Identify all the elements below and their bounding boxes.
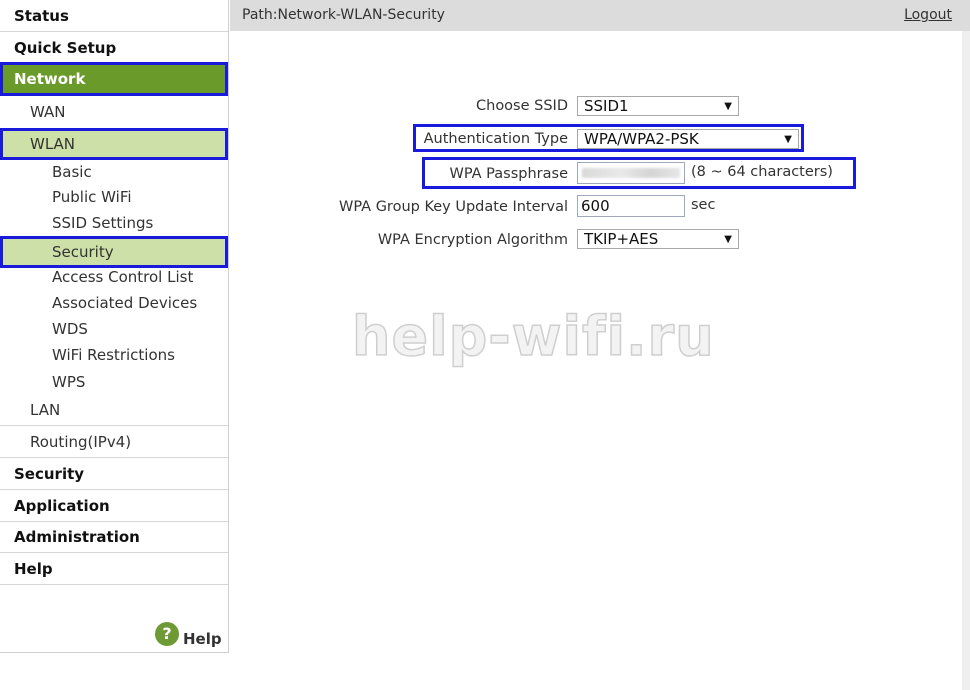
- header-bar: Path:Network-WLAN-Security Logout: [230, 0, 970, 31]
- choose-ssid-label: Choose SSID: [476, 98, 568, 114]
- passphrase-input[interactable]: [577, 162, 685, 184]
- nav-status[interactable]: Status: [0, 0, 228, 32]
- choose-ssid-select[interactable]: SSID1 ▼: [577, 96, 739, 116]
- choose-ssid-value: SSID1: [584, 97, 629, 115]
- nav-wlan-public-wifi-label: Public WiFi: [52, 188, 132, 206]
- sidebar: Status Quick Setup Network WAN WLAN Basi…: [0, 0, 229, 653]
- auth-type-label: Authentication Type: [423, 131, 568, 147]
- nav-wlan-ssid-settings-label: SSID Settings: [52, 214, 154, 232]
- nav-wlan-ssid-settings[interactable]: SSID Settings: [0, 211, 228, 235]
- nav-wlan-associated-label: Associated Devices: [52, 294, 198, 312]
- nav-network-label: Network: [14, 70, 86, 88]
- passphrase-obscured-value: [582, 168, 680, 178]
- auth-type-value: WPA/WPA2-PSK: [584, 130, 699, 148]
- nav-wlan-basic-label: Basic: [52, 163, 92, 181]
- nav-status-label: Status: [14, 6, 69, 25]
- dropdown-arrow-icon: ▼: [724, 234, 732, 245]
- nav-lan-label: LAN: [30, 401, 61, 419]
- nav-wlan-public-wifi[interactable]: Public WiFi: [0, 185, 228, 209]
- dropdown-arrow-icon: ▼: [784, 134, 792, 145]
- encryption-value: TKIP+AES: [584, 230, 659, 248]
- logout-link[interactable]: Logout: [904, 7, 952, 23]
- encryption-select[interactable]: TKIP+AES ▼: [577, 229, 739, 249]
- nav-administration-label: Administration: [14, 528, 140, 546]
- group-key-unit: sec: [691, 197, 716, 213]
- nav-quick-setup-label: Quick Setup: [14, 38, 117, 57]
- nav-security[interactable]: Security: [0, 458, 228, 490]
- help-link-label: Help: [183, 630, 222, 648]
- nav-network[interactable]: Network: [0, 62, 228, 96]
- breadcrumb: Path:Network-WLAN-Security: [242, 7, 445, 23]
- nav-wlan-wifi-restrictions-label: WiFi Restrictions: [52, 346, 175, 364]
- nav-administration[interactable]: Administration: [0, 522, 228, 553]
- nav-security-label: Security: [14, 464, 85, 483]
- nav-help[interactable]: Help: [0, 553, 228, 585]
- question-icon: ?: [155, 622, 179, 646]
- nav-help-label: Help: [14, 559, 53, 578]
- watermark: help-wifi.ru: [351, 304, 715, 369]
- nav-quick-setup[interactable]: Quick Setup: [0, 32, 228, 64]
- nav-wlan-acl-label: Access Control List: [52, 268, 194, 286]
- nav-application[interactable]: Application: [0, 490, 228, 522]
- nav-wlan-wps[interactable]: WPS: [0, 369, 228, 395]
- group-key-interval-input[interactable]: 600: [577, 195, 685, 217]
- passphrase-hint: (8 ~ 64 characters): [691, 164, 833, 180]
- nav-wlan-wds-label: WDS: [52, 320, 88, 338]
- passphrase-label: WPA Passphrase: [449, 166, 569, 182]
- nav-application-label: Application: [14, 496, 110, 515]
- nav-wlan-basic[interactable]: Basic: [0, 160, 228, 184]
- nav-wlan-associated-devices[interactable]: Associated Devices: [0, 291, 228, 315]
- group-key-label: WPA Group Key Update Interval: [339, 199, 568, 215]
- nav-lan[interactable]: LAN: [0, 395, 228, 426]
- nav-routing-label: Routing(IPv4): [30, 432, 132, 451]
- nav-wlan-security[interactable]: Security: [0, 236, 228, 268]
- group-key-value: 600: [581, 197, 610, 215]
- nav-wlan-wps-label: WPS: [52, 373, 86, 391]
- dropdown-arrow-icon: ▼: [724, 101, 732, 112]
- nav-wan-label: WAN: [30, 103, 66, 121]
- nav-wlan-acl[interactable]: Access Control List: [0, 265, 228, 289]
- nav-wlan-wifi-restrictions[interactable]: WiFi Restrictions: [0, 343, 228, 367]
- nav-wlan-label: WLAN: [30, 135, 76, 153]
- nav-wlan[interactable]: WLAN: [0, 128, 228, 160]
- page-right-edge: [962, 31, 970, 690]
- nav-wlan-security-label: Security: [52, 243, 114, 261]
- encryption-label: WPA Encryption Algorithm: [377, 232, 568, 248]
- nav-wan[interactable]: WAN: [0, 96, 228, 128]
- nav-wlan-wds[interactable]: WDS: [0, 317, 228, 341]
- auth-type-select[interactable]: WPA/WPA2-PSK ▼: [577, 129, 799, 149]
- nav-routing-ipv4[interactable]: Routing(IPv4): [0, 426, 228, 458]
